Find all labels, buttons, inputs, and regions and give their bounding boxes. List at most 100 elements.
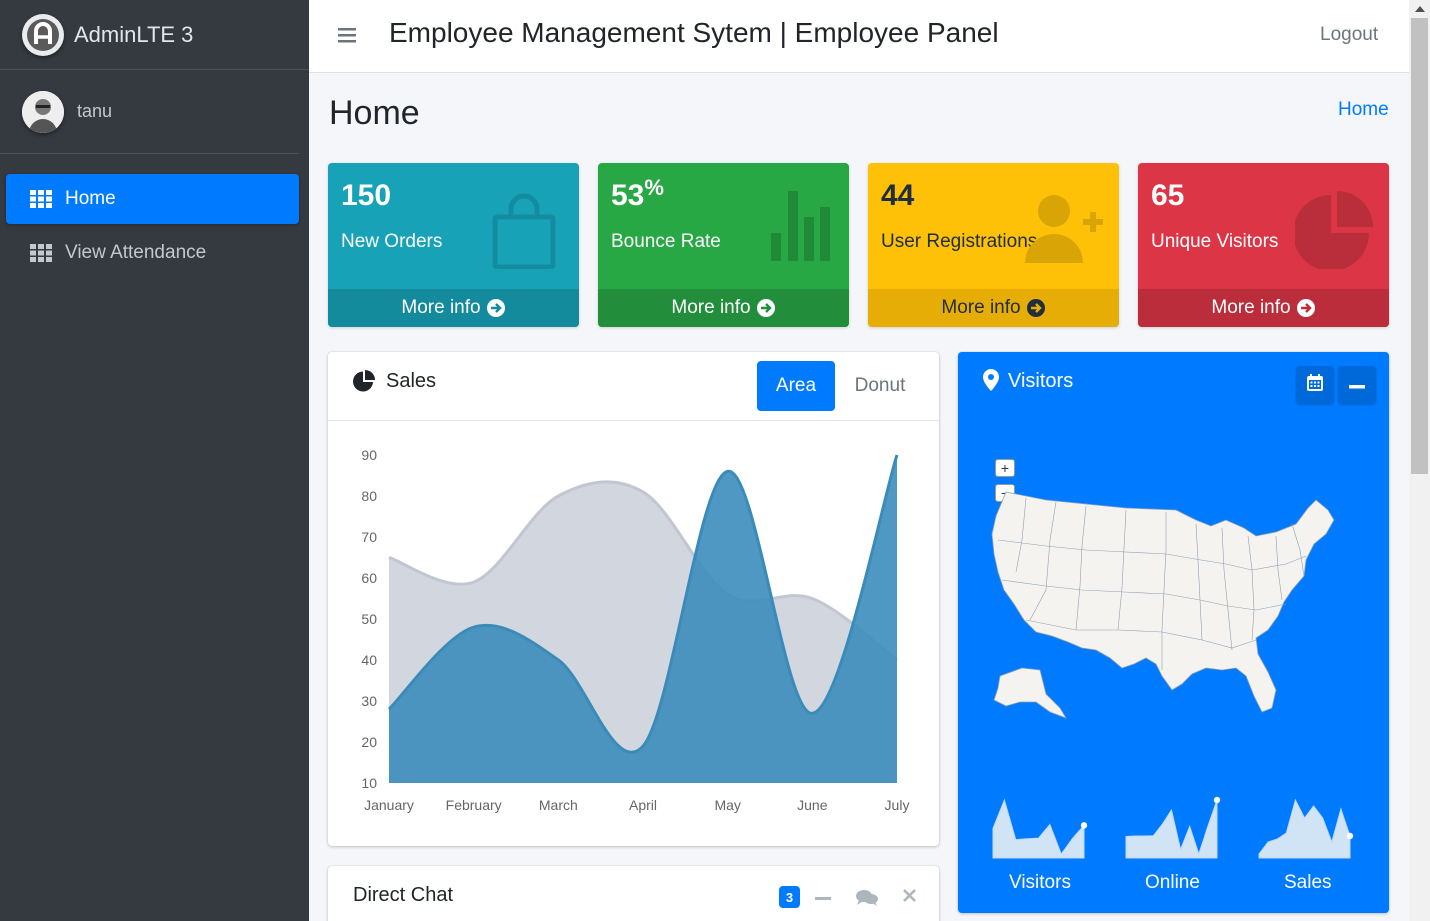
more-info-label: More info [941,297,1021,318]
sales-card-header: Sales Area Donut [328,352,939,421]
map-marker-icon [983,369,999,396]
bar-chart-icon [771,191,833,266]
arrow-circle-right-icon [756,298,776,318]
visitors-title: Visitors [1008,370,1074,392]
y-tick-label: 20 [361,734,377,750]
logout-link[interactable]: Logout [1320,24,1378,46]
message-count-badge[interactable]: 3 [779,886,800,908]
more-info-link[interactable]: More info [328,289,579,327]
small-box-unique-visitors: 65 Unique Visitors More info [1138,163,1389,327]
y-tick-label: 40 [361,652,377,668]
x-tick-label: March [539,797,578,813]
map-zoom-in-button[interactable]: + [995,459,1015,477]
avatar [22,90,64,133]
sidebar-nav: Home View Attendance [0,154,309,278]
sales-title: Sales [386,370,437,392]
comments-icon[interactable] [856,890,878,911]
scroll-thumb[interactable] [1411,18,1428,474]
page-header-title: Employee Management Sytem | Employee Pan… [389,17,999,48]
more-info-label: More info [1211,297,1291,318]
brand-name: AdminLTE 3 [74,21,194,47]
y-tick-label: 10 [361,775,377,791]
calendar-icon [1307,374,1323,396]
x-tick-label: July [885,797,910,813]
hamburger-menu-icon[interactable] [338,27,356,48]
main-sidebar: AdminLTE 3 tanu Home View Attendance [0,0,309,921]
shopping-bag-icon [485,191,563,274]
page-scrollbar[interactable] [1409,0,1430,921]
box-value-number: 53 [611,179,645,212]
minus-icon [1349,376,1365,394]
sparkline-area [1258,798,1351,859]
x-tick-label: May [714,797,740,813]
arrow-circle-right-icon [1026,298,1046,318]
sparkline-label-sales: Sales [1284,872,1332,893]
close-icon[interactable] [903,889,916,907]
box-value-suffix: % [644,175,664,200]
user-panel[interactable]: tanu [0,70,299,154]
sparkline-endpoint [1346,832,1354,840]
calendar-button[interactable] [1296,366,1334,404]
box-value: 150 [341,179,392,212]
more-info-link[interactable]: More info [598,289,849,327]
sales-card: Sales Area Donut 90 80 70 60 50 40 30 20 10 Janua… [328,352,939,846]
usa-map[interactable] [986,480,1354,720]
direct-chat-title: Direct Chat [353,884,454,906]
more-info-link[interactable]: More info [868,289,1119,327]
arrow-circle-right-icon [486,298,506,318]
pie-chart-icon [1293,191,1373,274]
collapse-button[interactable] [1338,366,1376,404]
more-info-link[interactable]: More info [1138,289,1389,327]
y-tick-label: 90 [361,447,377,463]
visitors-sparkline [992,798,1088,859]
sidebar-item-home[interactable]: Home [6,174,299,224]
y-tick-label: 70 [361,529,377,545]
sales-sparkline [1258,798,1354,859]
visitors-card: Visitors + − Visitors Online Sales [958,352,1389,913]
brand-link[interactable]: AdminLTE 3 [0,0,309,70]
page-title: Home [329,94,420,132]
user-plus-icon [1021,191,1103,268]
sales-area-chart: 90 80 70 60 50 40 30 20 10 January February March Ap… [361,447,910,813]
box-label: Bounce Rate [611,231,721,252]
top-navbar: Employee Management Sytem | Employee Pan… [309,0,1409,73]
sparkline-area [992,798,1085,859]
sparkline-label-online: Online [1145,872,1200,893]
x-tick-label: April [629,797,657,813]
box-value: 53% [611,175,664,213]
y-tick-label: 80 [361,488,377,504]
sidebar-item-label: View Attendance [65,242,207,263]
y-tick-label: 60 [361,570,377,586]
x-tick-label: June [797,797,828,813]
arrow-circle-right-icon [1296,298,1316,318]
breadcrumb-home[interactable]: Home [1338,99,1389,121]
chart-pie-icon [353,370,375,397]
box-label: Unique Visitors [1151,231,1279,252]
small-box-bounce-rate: 53% Bounce Rate More info [598,163,849,327]
sidebar-item-view-attendance[interactable]: View Attendance [6,228,299,278]
more-info-label: More info [671,297,751,318]
small-box-user-registrations: 44 User Registrations More info [868,163,1119,327]
tab-donut[interactable]: Donut [843,361,917,411]
y-tick-label: 30 [361,693,377,709]
sparkline-label-visitors: Visitors [1009,872,1071,893]
user-name: tanu [77,101,113,121]
adminlte-logo-icon [22,13,64,56]
box-value: 65 [1151,179,1185,212]
box-label: User Registrations [881,231,1038,252]
th-icon [30,244,52,262]
scroll-up-arrow-icon[interactable] [1415,6,1425,12]
online-sparkline [1125,796,1221,859]
small-box-new-orders: 150 New Orders More info [328,163,579,327]
sparkline-endpoint [1213,796,1221,804]
tab-area[interactable]: Area [757,361,835,411]
box-value: 44 [881,179,915,212]
x-tick-label: January [364,797,414,813]
direct-chat-card: Direct Chat 3 [328,866,939,921]
sparkline-area [1125,799,1218,859]
sparkline-endpoint [1080,822,1088,829]
x-tick-label: February [446,797,502,813]
minus-icon[interactable] [815,888,831,906]
th-icon [30,190,52,208]
more-info-label: More info [401,297,481,318]
